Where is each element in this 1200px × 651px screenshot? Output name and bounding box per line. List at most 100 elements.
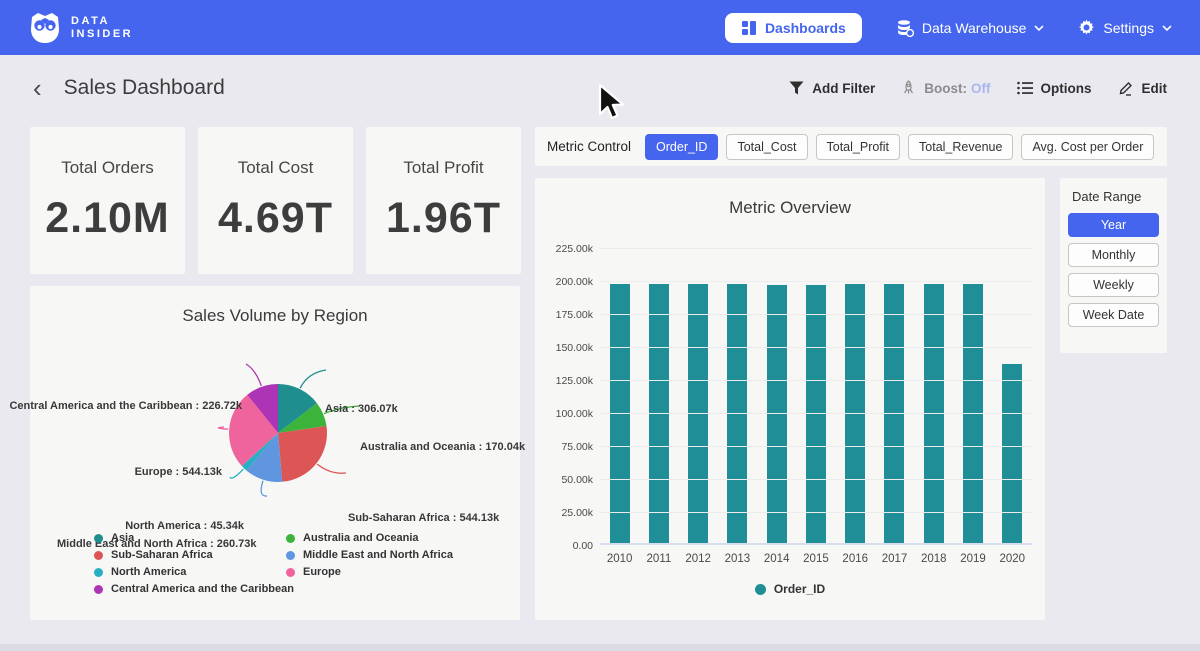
date-range-option-button[interactable]: Weekly: [1068, 273, 1159, 297]
legend-label: Asia: [111, 532, 134, 544]
legend-item[interactable]: Asia: [94, 532, 286, 544]
add-filter-label: Add Filter: [812, 81, 875, 96]
boost-toggle[interactable]: Boost: Off: [901, 80, 990, 96]
x-axis-tick-label: 2015: [796, 553, 835, 565]
y-axis-tick-label: 175.00k: [543, 309, 593, 321]
kpi-value: 2.10M: [45, 194, 170, 243]
y-axis-tick-label: 200.00k: [543, 276, 593, 288]
legend-dot-icon: [94, 568, 103, 577]
metric-option-button[interactable]: Avg. Cost per Order: [1021, 134, 1154, 160]
kpi-label: Total Cost: [238, 158, 314, 178]
x-axis-tick-label: 2019: [953, 553, 992, 565]
options-list-icon: [1017, 81, 1033, 95]
kpi-value: 4.69T: [218, 194, 333, 243]
pie-leader-line: [317, 464, 346, 473]
legend-item[interactable]: Sub-Saharan Africa: [94, 549, 286, 561]
boost-value: Off: [971, 81, 991, 96]
bar-slot: [757, 246, 796, 543]
bar-slot: [953, 246, 992, 543]
database-icon: [896, 19, 914, 37]
page-header: ‹ Sales Dashboard Add Filter Boost: Off …: [0, 55, 1200, 121]
nav-dashboards-button[interactable]: Dashboards: [725, 13, 862, 43]
dashboards-grid-icon: [741, 20, 757, 36]
pie-slice[interactable]: [278, 426, 327, 482]
legend-item[interactable]: Australia and Oceania: [286, 532, 453, 544]
pie-label-europe: Europe : 544.13k: [135, 466, 222, 478]
pie-leader-line: [246, 364, 261, 386]
bar-slot: [875, 246, 914, 543]
bar[interactable]: [1002, 364, 1022, 544]
metric-control-bar: Metric Control Order_ID Total_Cost Total_P…: [535, 127, 1167, 166]
pie-label-sub-saharan: Sub-Saharan Africa : 544.13k: [348, 512, 499, 524]
gridline: [600, 314, 1032, 315]
legend-item[interactable]: North America: [94, 566, 286, 578]
bar-chart-legend: Order_ID: [535, 582, 1045, 596]
date-range-option-button[interactable]: Week Date: [1068, 303, 1159, 327]
x-axis-tick-label: 2020: [993, 553, 1032, 565]
y-axis-tick-label: 25.00k: [543, 507, 593, 519]
kpi-card-total-cost: Total Cost 4.69T: [198, 127, 353, 274]
page-title: Sales Dashboard: [64, 76, 225, 100]
pie-label-asia: Asia : 306.07k: [325, 403, 398, 415]
legend-label: Middle East and North Africa: [303, 549, 453, 561]
metric-control-label: Metric Control: [547, 139, 631, 154]
brand-text: DATA INSIDER: [71, 15, 133, 41]
pie-chart[interactable]: Central America and the Caribbean : 226.…: [30, 326, 520, 536]
metric-option-button[interactable]: Total_Profit: [816, 134, 901, 160]
legend-label: Australia and Oceania: [303, 532, 419, 544]
bar-slot: [718, 246, 757, 543]
date-range-option-button[interactable]: Monthly: [1068, 243, 1159, 267]
metric-option-button[interactable]: Total_Revenue: [908, 134, 1013, 160]
x-axis-ticks: 2010201120122013201420152016201720182019…: [600, 553, 1032, 565]
y-axis-tick-label: 150.00k: [543, 342, 593, 354]
options-button[interactable]: Options: [1017, 81, 1092, 96]
bottom-strip: [0, 644, 1200, 651]
gridline: [600, 413, 1032, 414]
nav-dashboards-label: Dashboards: [765, 20, 846, 36]
options-label: Options: [1041, 81, 1092, 96]
chevron-down-icon: [1162, 25, 1172, 31]
y-axis-tick-label: 0.00: [543, 540, 593, 552]
legend-item[interactable]: Europe: [286, 566, 453, 578]
pie-leader-line: [300, 370, 326, 388]
gridline: [600, 479, 1032, 480]
legend-dot-icon: [286, 534, 295, 543]
y-axis-tick-label: 225.00k: [543, 243, 593, 255]
pie-chart-title: Sales Volume by Region: [30, 286, 520, 326]
kpi-label: Total Profit: [403, 158, 483, 178]
boost-label: Boost:: [924, 81, 967, 96]
date-range-option-button[interactable]: Year: [1068, 213, 1159, 237]
gridline: [600, 347, 1032, 348]
legend-item[interactable]: Central America and the Caribbean: [94, 583, 286, 595]
legend-item[interactable]: Middle East and North Africa: [286, 549, 453, 561]
bar-slot: [639, 246, 678, 543]
bar-chart[interactable]: 225.00k200.00k175.00k150.00k125.00k100.0…: [535, 230, 1045, 620]
gridline: [600, 248, 1032, 249]
nav-settings[interactable]: Settings: [1078, 19, 1172, 36]
nav-data-warehouse[interactable]: Data Warehouse: [896, 19, 1045, 37]
nav-data-warehouse-label: Data Warehouse: [922, 20, 1027, 36]
pie-leader-line: [218, 427, 228, 429]
metric-option-button[interactable]: Total_Cost: [726, 134, 807, 160]
gridline: [600, 380, 1032, 381]
bar-slot: [600, 246, 639, 543]
legend-dot-icon: [286, 568, 295, 577]
kpi-value: 1.96T: [386, 194, 501, 243]
metric-option-button[interactable]: Order_ID: [645, 134, 718, 160]
top-nav: DATA INSIDER Dashboards Data Warehouse: [0, 0, 1200, 55]
pie-svg: [30, 326, 520, 536]
brand-logo[interactable]: DATA INSIDER: [28, 11, 133, 45]
legend-dot-icon: [94, 585, 103, 594]
y-axis-tick-label: 125.00k: [543, 375, 593, 387]
legend-dot-icon: [286, 551, 295, 560]
pie-label-central-america: Central America and the Caribbean : 226.…: [9, 400, 242, 412]
pie-label-australia: Australia and Oceania : 170.04k: [360, 441, 525, 453]
edit-button[interactable]: Edit: [1118, 80, 1168, 96]
gridline: [600, 512, 1032, 513]
x-axis-tick-label: 2013: [718, 553, 757, 565]
legend-item[interactable]: Order_ID: [755, 582, 825, 596]
metric-button-group: Order_ID Total_Cost Total_Profit Total_Reve…: [645, 134, 1154, 160]
back-button[interactable]: ‹: [33, 78, 42, 98]
bar-slot: [993, 246, 1032, 543]
add-filter-button[interactable]: Add Filter: [789, 81, 875, 96]
